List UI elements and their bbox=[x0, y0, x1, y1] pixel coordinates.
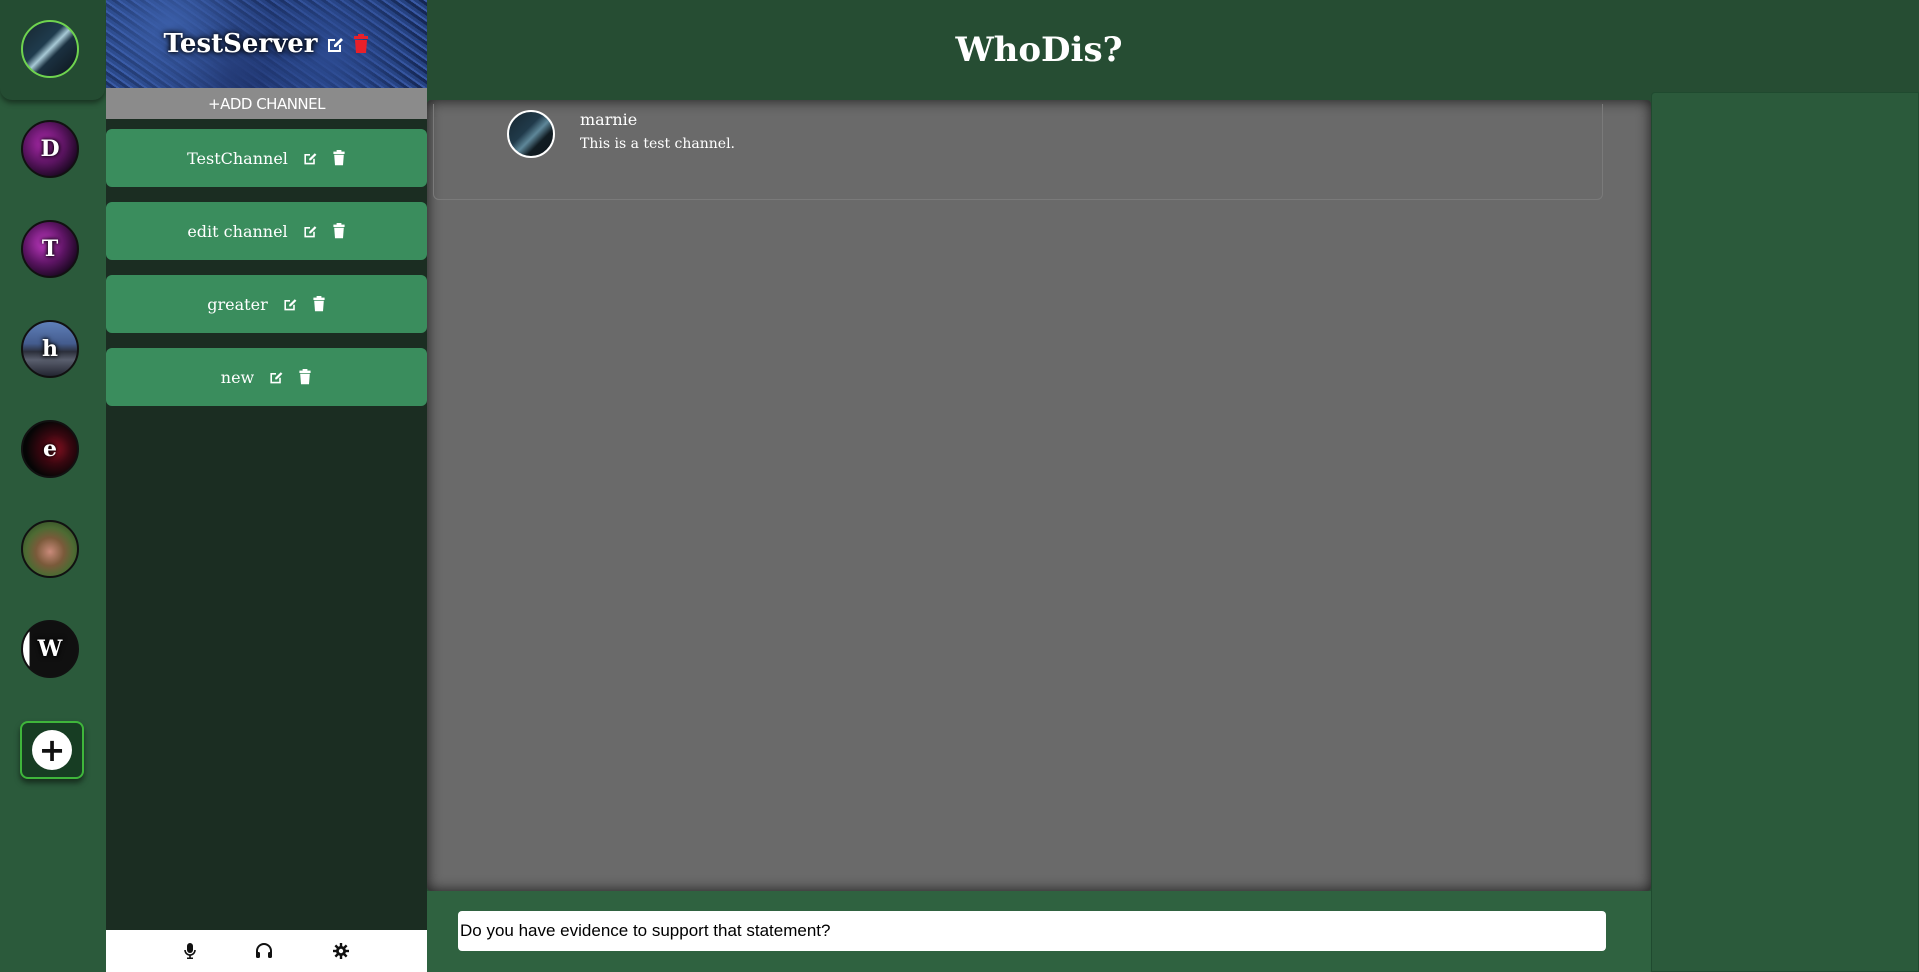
message-text: This is a test channel. bbox=[580, 136, 735, 152]
channel-item[interactable]: greater bbox=[106, 275, 427, 333]
trash-icon[interactable] bbox=[298, 369, 312, 385]
server-name: TestServer bbox=[163, 29, 318, 59]
member-panel bbox=[1651, 92, 1919, 972]
edit-icon[interactable] bbox=[268, 369, 284, 385]
trash-icon[interactable] bbox=[312, 296, 326, 312]
user-controls-bar bbox=[106, 930, 427, 972]
edit-icon[interactable] bbox=[282, 296, 298, 312]
gear-icon[interactable] bbox=[333, 943, 350, 959]
microphone-icon[interactable] bbox=[184, 943, 196, 959]
edit-icon[interactable] bbox=[302, 223, 318, 239]
channel-name: TestChannel bbox=[187, 148, 288, 168]
add-server-button[interactable]: + bbox=[20, 721, 84, 779]
server-icon-testserver[interactable] bbox=[21, 20, 79, 78]
delete-server-icon[interactable] bbox=[353, 34, 369, 54]
channel-item[interactable]: edit channel bbox=[106, 202, 427, 260]
message-item: marnie This is a test channel. bbox=[433, 104, 1603, 200]
server-icon-d[interactable]: D bbox=[21, 120, 79, 178]
trash-icon[interactable] bbox=[332, 223, 346, 239]
server-initial: W bbox=[37, 636, 63, 662]
channel-name: greater bbox=[207, 294, 268, 314]
trash-icon[interactable] bbox=[332, 150, 346, 166]
server-icon-t[interactable]: T bbox=[21, 220, 79, 278]
server-icon-character[interactable] bbox=[21, 520, 79, 578]
server-rail: D T h e W + bbox=[0, 0, 106, 972]
page-title: WhoDis? bbox=[955, 30, 1123, 70]
channel-item[interactable]: TestChannel bbox=[106, 129, 427, 187]
channel-item[interactable]: new bbox=[106, 348, 427, 406]
edit-icon[interactable] bbox=[302, 150, 318, 166]
edit-server-icon[interactable] bbox=[325, 34, 345, 54]
message-input[interactable] bbox=[458, 911, 1606, 951]
message-username[interactable]: marnie bbox=[580, 110, 637, 129]
message-list: marnie This is a test channel. bbox=[427, 100, 1651, 891]
avatar[interactable] bbox=[507, 110, 555, 158]
server-initial: T bbox=[41, 236, 59, 262]
message-composer bbox=[427, 891, 1651, 972]
add-channel-button[interactable]: +ADD CHANNEL bbox=[106, 88, 427, 119]
server-initial: h bbox=[42, 336, 58, 362]
server-initial: D bbox=[40, 136, 60, 162]
channel-name: edit channel bbox=[187, 221, 288, 241]
server-icon-h[interactable]: h bbox=[21, 320, 79, 378]
plus-icon: + bbox=[32, 730, 72, 770]
server-initial: e bbox=[43, 436, 57, 462]
channel-name: new bbox=[220, 367, 255, 387]
server-banner: TestServer bbox=[106, 0, 427, 88]
server-icon-w[interactable]: W bbox=[21, 620, 79, 678]
server-icon-e[interactable]: e bbox=[21, 420, 79, 478]
headset-icon[interactable] bbox=[255, 943, 273, 959]
channel-sidebar: TestServer +ADD CHANNEL TestChannel edit… bbox=[106, 0, 427, 972]
